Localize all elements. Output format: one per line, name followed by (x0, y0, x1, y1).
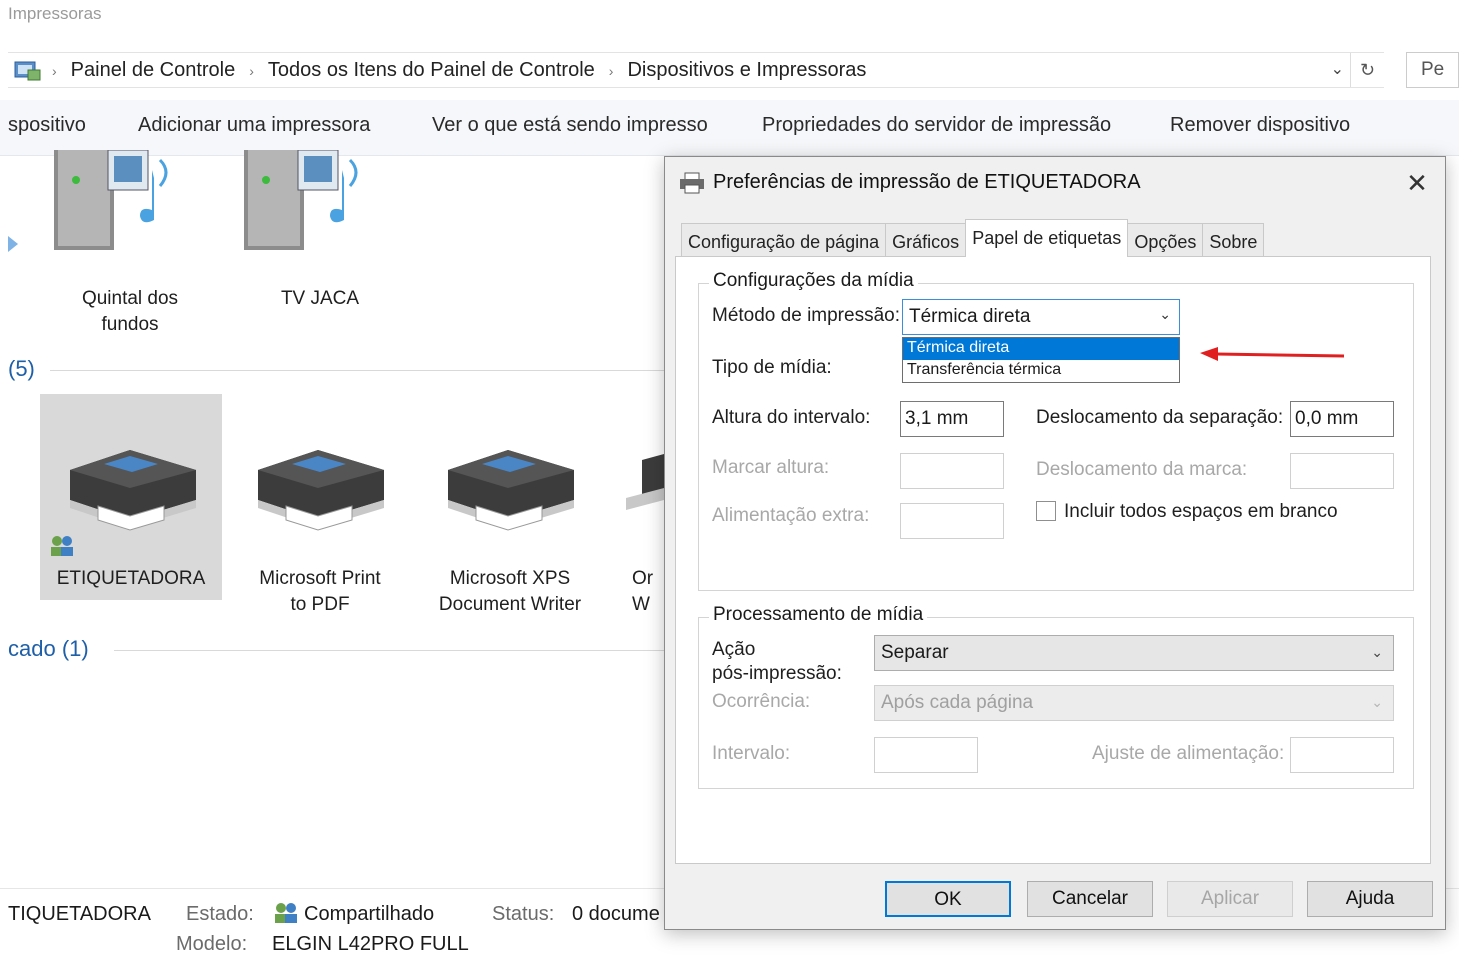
section-divider (114, 650, 670, 651)
dropdown-option[interactable]: Térmica direta (903, 338, 1179, 360)
group-title: Configurações da mídia (709, 270, 918, 292)
media-server-icon[interactable] (238, 150, 358, 270)
unspecified-section-header[interactable]: cado (1) (8, 636, 89, 662)
search-input[interactable]: Pe (1406, 52, 1459, 88)
separation-offset-input[interactable]: 0,0 mm (1290, 401, 1394, 437)
media-device-quintal[interactable]: Quintal dos fundos (50, 286, 210, 338)
status-value: 0 docume (572, 903, 660, 925)
method-label: Método de impressão: (712, 305, 900, 326)
chevron-down-icon: ⌄ (1371, 644, 1383, 660)
breadcrumb-all-items[interactable]: Todos os Itens do Painel de Controle (268, 59, 595, 82)
printer-icon[interactable] (60, 430, 200, 540)
gap-height-label: Altura do intervalo: (712, 407, 871, 428)
occurrence-select[interactable]: Após cada página ⌄ (874, 685, 1394, 721)
printers-section-header[interactable]: (5) (8, 356, 35, 382)
details-device-name: TIQUETADORA (8, 903, 151, 925)
feed-adjust-label: Ajuste de alimentação: (1092, 743, 1285, 764)
chevron-down-icon: ⌄ (1159, 306, 1171, 322)
tab-strip: Configuração de página Gráficos Papel de… (681, 219, 1265, 257)
see-whats-printing-button[interactable]: Ver o que está sendo impresso (432, 114, 708, 137)
printer-icon[interactable] (248, 430, 388, 540)
remove-device-button[interactable]: Remover dispositivo (1170, 114, 1350, 137)
print-method-dropdown: Térmica direta Transferência térmica (902, 337, 1180, 383)
breadcrumb-control-panel[interactable]: Painel de Controle (71, 59, 236, 82)
state-value: Compartilhado (304, 903, 435, 925)
dialog-title: Preferências de impressão de ETIQUETADOR… (679, 171, 1141, 194)
interval-label: Intervalo: (712, 743, 791, 764)
feed-adjust-input[interactable] (1290, 737, 1394, 773)
chevron-down-icon: ⌄ (1371, 694, 1383, 710)
interval-input[interactable] (874, 737, 978, 773)
include-blank-checkbox[interactable] (1036, 501, 1056, 521)
printer-icon[interactable] (622, 440, 664, 520)
printer-icon (680, 172, 704, 193)
model-value: ELGIN L42PRO FULL (272, 933, 469, 955)
breadcrumb: › Painel de Controle › Todos os Itens do… (14, 59, 880, 82)
chevron-down-icon[interactable]: ⌄ (1331, 59, 1344, 79)
breadcrumb-devices-printers[interactable]: Dispositivos e Impressoras (627, 59, 866, 82)
control-panel-icon (14, 61, 41, 80)
chevron-right-icon: › (52, 62, 57, 79)
tab-panel: Configurações da mídia Método de impress… (675, 256, 1431, 864)
help-button[interactable]: Ajuda (1307, 881, 1433, 917)
ok-button[interactable]: OK (885, 881, 1011, 917)
printer-microsoft-xps[interactable]: Microsoft XPS Document Writer (420, 566, 600, 618)
red-arrow-annotation (1200, 347, 1345, 361)
tab-about[interactable]: Sobre (1202, 223, 1265, 257)
extra-feed-input[interactable] (900, 503, 1004, 539)
apply-button[interactable]: Aplicar (1167, 881, 1293, 917)
collapse-arrow-icon[interactable] (6, 234, 20, 254)
tab-options[interactable]: Opções (1127, 223, 1204, 257)
mark-height-input[interactable] (900, 453, 1004, 489)
print-server-properties-button[interactable]: Propriedades do servidor de impressão (762, 114, 1111, 137)
mark-offset-label: Deslocamento da marca: (1036, 459, 1248, 480)
extra-feed-label: Alimentação extra: (712, 505, 870, 526)
printer-icon[interactable] (438, 430, 578, 540)
section-divider (50, 370, 670, 371)
close-icon[interactable]: ✕ (1399, 165, 1435, 201)
model-label: Modelo: (176, 933, 248, 955)
include-blank-label: Incluir todos espaços em branco (1064, 501, 1338, 522)
post-action-label: Ação (712, 639, 756, 660)
chevron-right-icon: › (608, 62, 614, 79)
add-printer-button[interactable]: Adicionar uma impressora (138, 114, 370, 137)
add-device-button[interactable]: spositivo (8, 114, 86, 137)
post-action-label-2: pós-impressão: (712, 663, 842, 684)
mark-height-label: Marcar altura: (712, 457, 830, 478)
post-action-select[interactable]: Separar ⌄ (874, 635, 1394, 671)
tab-graphics[interactable]: Gráficos (885, 223, 967, 257)
printer-microsoft-print-to-pdf[interactable]: Microsoft Print to PDF (232, 566, 408, 618)
mark-offset-input[interactable] (1290, 453, 1394, 489)
media-type-label: Tipo de mídia: (712, 357, 832, 378)
address-bar[interactable]: › Painel de Controle › Todos os Itens do… (8, 52, 1384, 88)
chevron-right-icon: › (249, 62, 254, 79)
shared-users-icon (51, 536, 73, 556)
print-method-select[interactable]: Térmica direta ⌄ (902, 299, 1180, 335)
refresh-icon[interactable]: ↻ (1350, 53, 1384, 87)
occurrence-label: Ocorrência: (712, 691, 811, 712)
gap-height-input[interactable]: 3,1 mm (900, 401, 1004, 437)
state-label: Estado: (186, 903, 254, 925)
tab-page-setup[interactable]: Configuração de página (681, 223, 887, 257)
printer-etiquetadora[interactable]: ETIQUETADORA (40, 566, 222, 592)
command-bar: spositivo Adicionar uma impressora Ver o… (0, 100, 1459, 156)
dropdown-option[interactable]: Transferência térmica (903, 360, 1179, 382)
group-title: Processamento de mídia (709, 604, 928, 626)
cancel-button[interactable]: Cancelar (1027, 881, 1153, 917)
printer-onenote[interactable]: Or W (632, 566, 664, 618)
status-label: Status: (492, 903, 555, 925)
media-server-icon[interactable] (48, 150, 168, 270)
media-device-tv-jaca[interactable]: TV JACA (240, 286, 400, 312)
window-title: Impressoras (8, 4, 102, 23)
print-preferences-dialog: Preferências de impressão de ETIQUETADOR… (664, 156, 1446, 930)
separation-offset-label: Deslocamento da separação: (1036, 407, 1284, 428)
shared-users-icon (275, 903, 297, 923)
tab-label-paper[interactable]: Papel de etiquetas (965, 219, 1129, 257)
